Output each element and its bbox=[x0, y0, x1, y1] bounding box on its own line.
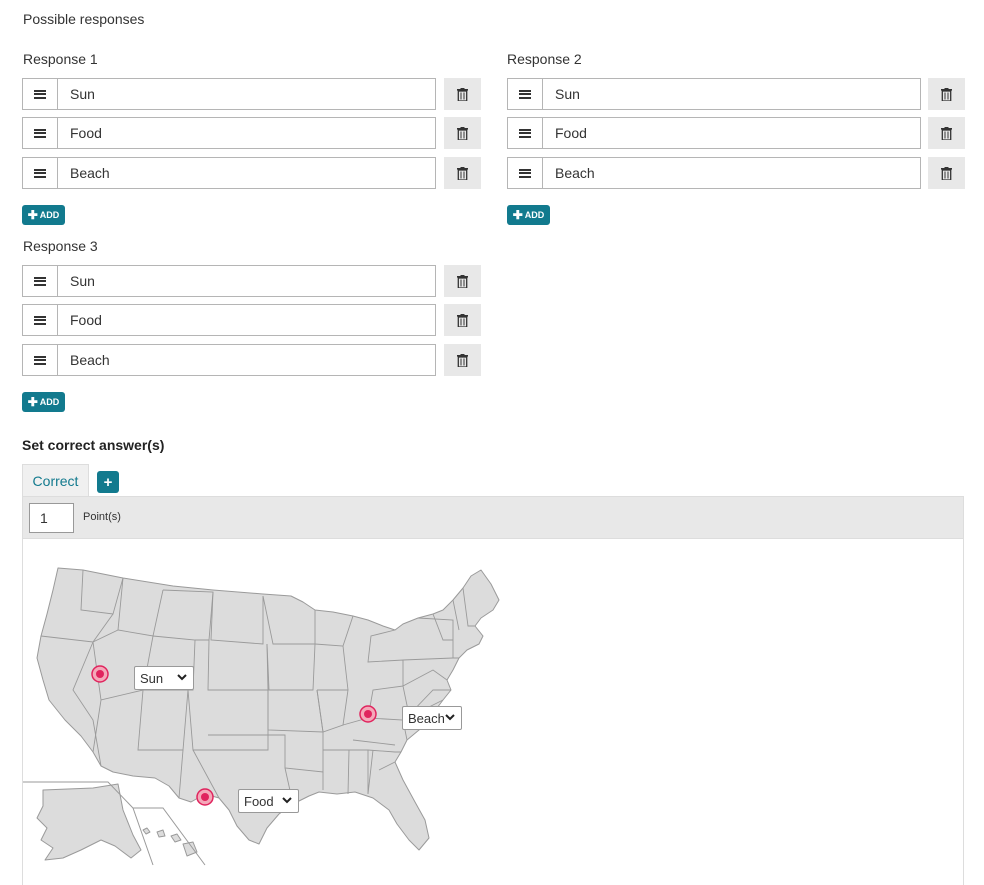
delete-button[interactable] bbox=[928, 78, 965, 110]
plus-icon: ✚ bbox=[512, 208, 523, 222]
response-3-item-1: Sun bbox=[22, 265, 481, 297]
correct-answer-panel: 1 Point(s) bbox=[22, 496, 964, 885]
add-response-3-button[interactable]: ✚ ADD bbox=[22, 392, 65, 412]
response-2-item-1-text[interactable]: Sun bbox=[555, 79, 580, 109]
response-1-item-2-field[interactable]: Food bbox=[22, 117, 436, 149]
response-3-item-2-field[interactable]: Food bbox=[22, 304, 436, 336]
delete-button[interactable] bbox=[444, 117, 481, 149]
response-3-item-3-text[interactable]: Beach bbox=[70, 345, 110, 375]
marker-nevada[interactable] bbox=[91, 665, 109, 683]
response-1-item-1: Sun bbox=[22, 78, 481, 110]
response-3-dropdown[interactable]: Food bbox=[238, 789, 299, 813]
response-1-item-1-text[interactable]: Sun bbox=[70, 79, 95, 109]
response-2-item-2-text[interactable]: Food bbox=[555, 118, 587, 148]
drag-handle-icon[interactable] bbox=[23, 118, 58, 148]
drag-handle-icon[interactable] bbox=[508, 118, 543, 148]
drag-handle-icon[interactable] bbox=[23, 266, 58, 296]
trash-icon bbox=[941, 87, 952, 101]
response-3-item-3: Beach bbox=[22, 344, 481, 376]
add-response-1-button[interactable]: ✚ ADD bbox=[22, 205, 65, 225]
response-3-item-1-text[interactable]: Sun bbox=[70, 266, 95, 296]
response-1-item-3: Beach bbox=[22, 157, 481, 189]
delete-button[interactable] bbox=[444, 304, 481, 336]
trash-icon bbox=[457, 87, 468, 101]
trash-icon bbox=[457, 126, 468, 140]
points-bar: 1 Point(s) bbox=[23, 497, 963, 539]
response-2-dropdown[interactable]: Beach bbox=[402, 706, 462, 730]
chevron-down-icon bbox=[282, 797, 292, 804]
drag-handle-icon[interactable] bbox=[23, 345, 58, 375]
response-1-item-2: Food bbox=[22, 117, 481, 149]
set-correct-answers-title: Set correct answer(s) bbox=[22, 437, 165, 453]
marker-kentucky[interactable] bbox=[359, 705, 377, 723]
drag-handle-icon[interactable] bbox=[23, 305, 58, 335]
delete-button[interactable] bbox=[444, 344, 481, 376]
response-1-label: Response 1 bbox=[23, 51, 98, 67]
response-1-item-2-text[interactable]: Food bbox=[70, 118, 102, 148]
inset-divider-hawaii bbox=[133, 807, 206, 866]
response-1-dropdown[interactable]: Sun bbox=[134, 666, 194, 690]
drag-handle-icon[interactable] bbox=[23, 158, 58, 188]
plus-icon: ✚ bbox=[27, 208, 38, 222]
drag-handle-icon[interactable] bbox=[508, 158, 543, 188]
hawaii-shape bbox=[142, 827, 198, 857]
trash-icon bbox=[457, 313, 468, 327]
response-2-item-1-field[interactable]: Sun bbox=[507, 78, 921, 110]
alaska-shape bbox=[36, 783, 142, 861]
response-3-item-3-field[interactable]: Beach bbox=[22, 344, 436, 376]
response-2-item-2-field[interactable]: Food bbox=[507, 117, 921, 149]
delete-button[interactable] bbox=[928, 157, 965, 189]
delete-button[interactable] bbox=[444, 78, 481, 110]
chevron-down-icon bbox=[445, 714, 455, 721]
add-tab-button[interactable]: + bbox=[97, 471, 119, 493]
delete-button[interactable] bbox=[444, 157, 481, 189]
response-1-item-3-text[interactable]: Beach bbox=[70, 158, 110, 188]
points-input[interactable]: 1 bbox=[29, 503, 74, 533]
drag-handle-icon[interactable] bbox=[508, 79, 543, 109]
drag-handle-icon[interactable] bbox=[23, 79, 58, 109]
response-2-item-3-field[interactable]: Beach bbox=[507, 157, 921, 189]
plus-icon: + bbox=[103, 473, 113, 491]
tab-correct[interactable]: Correct bbox=[22, 464, 89, 497]
trash-icon bbox=[457, 274, 468, 288]
us-map bbox=[23, 567, 500, 866]
response-1-item-3-field[interactable]: Beach bbox=[22, 157, 436, 189]
possible-responses-title: Possible responses bbox=[23, 11, 145, 27]
plus-icon: ✚ bbox=[27, 395, 38, 409]
response-3-item-2: Food bbox=[22, 304, 481, 336]
delete-button[interactable] bbox=[928, 117, 965, 149]
response-2-item-1: Sun bbox=[507, 78, 966, 110]
response-2-item-3-text[interactable]: Beach bbox=[555, 158, 595, 188]
trash-icon bbox=[941, 166, 952, 180]
trash-icon bbox=[457, 353, 468, 367]
chevron-down-icon bbox=[177, 674, 187, 681]
response-3-item-2-text[interactable]: Food bbox=[70, 305, 102, 335]
response-3-item-1-field[interactable]: Sun bbox=[22, 265, 436, 297]
response-2-item-3: Beach bbox=[507, 157, 966, 189]
response-1-item-1-field[interactable]: Sun bbox=[22, 78, 436, 110]
response-2-label: Response 2 bbox=[507, 51, 582, 67]
trash-icon bbox=[457, 166, 468, 180]
delete-button[interactable] bbox=[444, 265, 481, 297]
response-2-item-2: Food bbox=[507, 117, 966, 149]
add-response-2-button[interactable]: ✚ ADD bbox=[507, 205, 550, 225]
marker-texas[interactable] bbox=[196, 788, 214, 806]
trash-icon bbox=[941, 126, 952, 140]
points-label: Point(s) bbox=[83, 511, 121, 523]
response-3-label: Response 3 bbox=[23, 238, 98, 254]
